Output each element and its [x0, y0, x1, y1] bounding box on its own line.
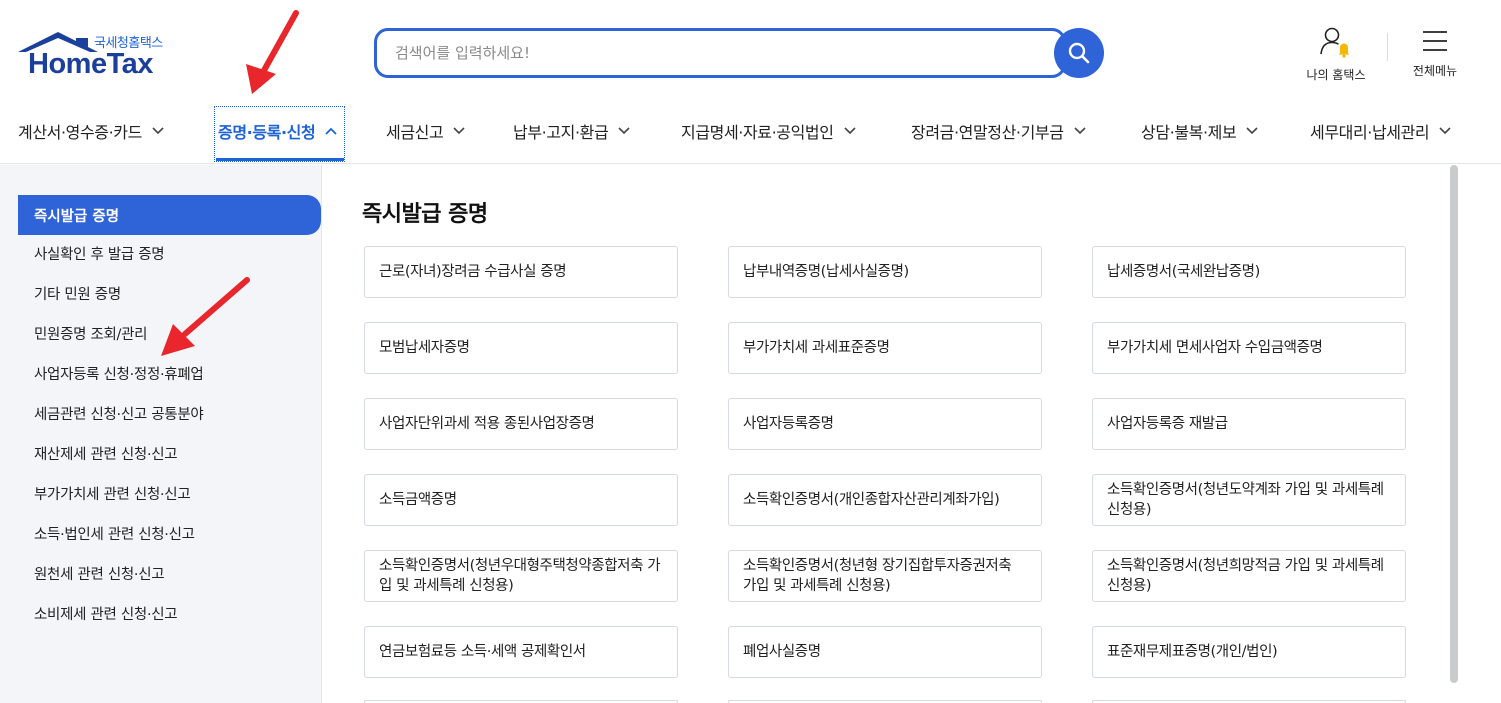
card-income-amount[interactable]: 소득금액증명	[364, 474, 678, 526]
gnb-item-label: 세무대리·납세관리	[1310, 123, 1430, 142]
sidebar-item-business-registration[interactable]: 사업자등록 신청·정정·휴폐업	[34, 363, 204, 384]
card-payment-history[interactable]: 납부내역증명(납세사실증명)	[728, 246, 1042, 298]
card-income-youth-leap[interactable]: 소득확인증명서(청년도약계좌 가입 및 과세특례 신청용)	[1092, 474, 1406, 526]
gnb-item-label: 장려금·연말정산·기부금	[911, 123, 1064, 142]
sidebar-item-property-tax[interactable]: 재산제세 관련 신청·신고	[34, 443, 178, 464]
sidebar-item-income-corporate-tax[interactable]: 소득·법인세 관련 신청·신고	[34, 523, 195, 544]
my-hometax-button[interactable]: 나의 홈택스	[1296, 26, 1376, 83]
gnb-item-payment[interactable]: 납부·고지·환급	[513, 100, 630, 162]
card-income-youth-hope[interactable]: 소득확인증명서(청년희망적금 가입 및 과세특례 신청용)	[1092, 550, 1406, 602]
search-input[interactable]	[395, 31, 1035, 75]
chevron-down-icon	[453, 127, 465, 135]
card-income-isa[interactable]: 소득확인증명서(개인종합자산관리계좌가입)	[728, 474, 1042, 526]
sidebar-item-consumption-tax[interactable]: 소비제세 관련 신청·신고	[34, 603, 178, 624]
card-vat-tax-base[interactable]: 부가가치세 과세표준증명	[728, 322, 1042, 374]
card-model-taxpayer[interactable]: 모범납세자증명	[364, 322, 678, 374]
chevron-down-icon	[844, 127, 856, 135]
hometax-page: 국세청홈택스 HomeTax 나의 홈택스 전체메뉴 계	[0, 0, 1501, 703]
card-subsidiary-business[interactable]: 사업자단위과세 적용 종된사업장증명	[364, 398, 678, 450]
gnb-item-label: 계산서·영수증·카드	[18, 123, 142, 142]
gnb-item-incentives[interactable]: 장려금·연말정산·기부금	[911, 100, 1086, 162]
chevron-down-icon	[1246, 127, 1258, 135]
chevron-down-icon	[1439, 127, 1451, 135]
gnb-item-label: 상담·불복·제보	[1141, 123, 1237, 142]
gnb-item-label: 증명·등록·신청	[218, 123, 316, 142]
card-vat-exempt-income[interactable]: 부가가치세 면세사업자 수입금액증명	[1092, 322, 1406, 374]
card-income-youth-housing[interactable]: 소득확인증명서(청년우대형주택청약종합저축 가입 및 과세특례 신청용)	[364, 550, 678, 602]
user-bell-icon	[1320, 27, 1350, 58]
sidebar-item-certificate-management[interactable]: 민원증명 조회/관리	[34, 323, 148, 344]
gnb-item-consulting[interactable]: 상담·불복·제보	[1141, 100, 1258, 162]
chevron-down-icon	[618, 127, 630, 135]
all-menu-button[interactable]: 전체메뉴	[1402, 30, 1468, 79]
gnb-item-label: 납부·고지·환급	[513, 123, 609, 142]
gnb-item-receipts[interactable]: 계산서·영수증·카드	[18, 100, 164, 162]
sidebar-item-common-applications[interactable]: 세금관련 신청·신고 공통분야	[34, 403, 204, 424]
gnb-active-underline	[216, 158, 344, 161]
sidebar-item-withholding-tax[interactable]: 원천세 관련 신청·신고	[34, 563, 165, 584]
chevron-up-icon	[325, 127, 337, 135]
gnb-item-label: 세금신고	[386, 123, 444, 142]
annotation-arrow-icon	[246, 10, 299, 94]
chevron-down-icon	[1074, 127, 1086, 135]
search-icon	[1068, 42, 1090, 64]
main-navigation: 계산서·영수증·카드 증명·등록·신청 세금신고 납부·고지·환급 지급명세·자…	[0, 100, 1501, 164]
card-business-registration-reissue[interactable]: 사업자등록증 재발급	[1092, 398, 1406, 450]
sidebar-item-other-certificates[interactable]: 기타 민원 증명	[34, 283, 121, 304]
card-closure-certificate[interactable]: 폐업사실증명	[728, 626, 1042, 678]
gnb-item-label: 지급명세·자료·공익법인	[681, 123, 834, 142]
sidebar: 즉시발급 증명 사실확인 후 발급 증명 기타 민원 증명 민원증명 조회/관리…	[0, 165, 322, 703]
logo-title: HomeTax	[28, 48, 153, 80]
gnb-item-statements[interactable]: 지급명세·자료·공익법인	[681, 100, 856, 162]
hometax-logo[interactable]: 국세청홈택스 HomeTax	[18, 30, 178, 80]
search-button[interactable]	[1054, 28, 1104, 78]
sidebar-item-vat[interactable]: 부가가치세 관련 신청·신고	[34, 483, 191, 504]
scrollbar-thumb[interactable]	[1450, 165, 1458, 683]
gnb-item-tax-filing[interactable]: 세금신고	[386, 100, 465, 162]
chevron-down-icon	[152, 127, 164, 135]
card-earned-income-incentive[interactable]: 근로(자녀)장려금 수급사실 증명	[364, 246, 678, 298]
all-menu-label: 전체메뉴	[1412, 64, 1458, 78]
gnb-item-tax-agent[interactable]: 세무대리·납세관리	[1310, 100, 1451, 162]
page-title: 즉시발급 증명	[362, 202, 488, 227]
card-tax-payment-certificate[interactable]: 납세증명서(국세완납증명)	[1092, 246, 1406, 298]
my-hometax-label: 나의 홈택스	[1306, 68, 1366, 82]
gnb-item-certificates[interactable]: 증명·등록·신청	[218, 100, 337, 162]
hamburger-menu-icon	[1423, 31, 1447, 51]
annotation-arrow-icon	[161, 277, 250, 356]
sidebar-item-label: 즉시발급 증명	[34, 209, 120, 225]
sidebar-item-instant-certificates[interactable]: 즉시발급 증명	[18, 195, 321, 235]
card-financial-statement[interactable]: 표준재무제표증명(개인/법인)	[1092, 626, 1406, 678]
card-business-registration-cert[interactable]: 사업자등록증명	[728, 398, 1042, 450]
search-box	[374, 28, 1066, 78]
sidebar-item-verified-certificates[interactable]: 사실확인 후 발급 증명	[34, 243, 165, 264]
header-divider	[1387, 33, 1388, 61]
card-pension-deduction[interactable]: 연금보험료등 소득·세액 공제확인서	[364, 626, 678, 678]
card-income-youth-investment[interactable]: 소득확인증명서(청년형 장기집합투자증권저축 가입 및 과세특례 신청용)	[728, 550, 1042, 602]
